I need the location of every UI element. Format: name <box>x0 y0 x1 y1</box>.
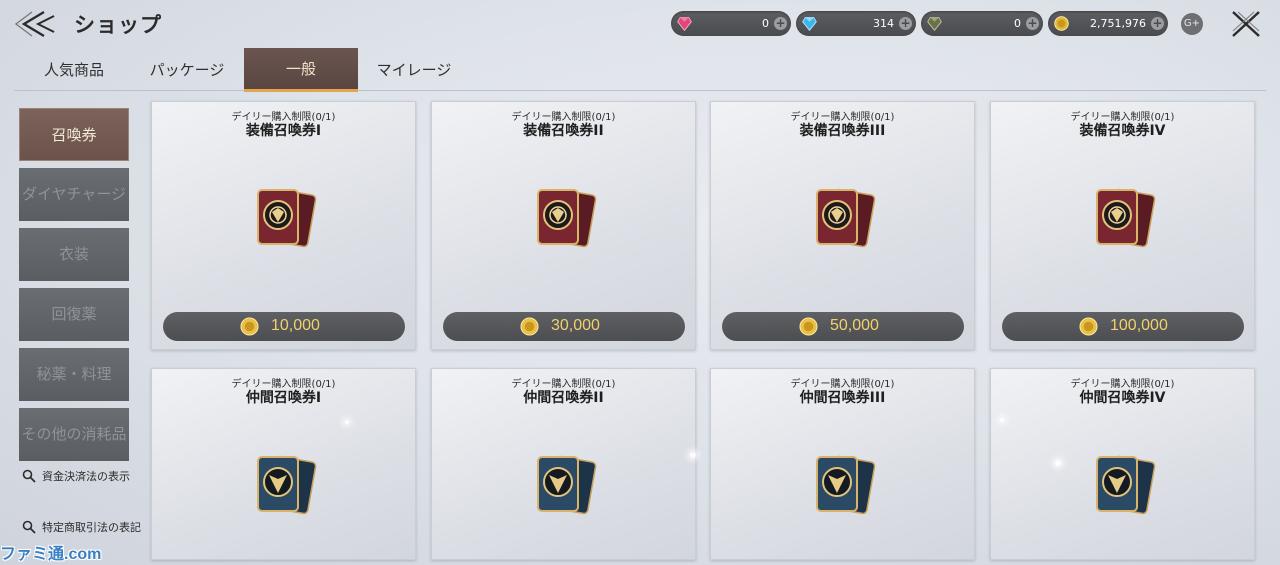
product-card[interactable]: デイリー購入制限(0/1) 仲間召喚券I <box>151 368 416 560</box>
equipment-ticket-icon <box>257 188 317 248</box>
page-title: ショップ <box>74 13 162 37</box>
equipment-ticket-icon <box>1096 188 1156 248</box>
currency-gold-coin: 2,751,976 + <box>1048 11 1168 36</box>
add-red-gem-button[interactable]: + <box>774 17 787 30</box>
product-card[interactable]: デイリー購入制限(0/1) 仲間召喚券IV <box>990 368 1255 560</box>
sparkle-effect <box>690 452 696 458</box>
watermark: ファミ通.com <box>0 546 102 563</box>
add-gold-button[interactable]: + <box>1151 17 1164 30</box>
commercial-transactions-act-label: 特定商取引法の表記 <box>42 521 141 534</box>
price-value: 100,000 <box>1110 317 1168 334</box>
product-card[interactable]: デイリー購入制限(0/1) 装備召喚券I 10,000 <box>151 101 416 350</box>
price-value: 50,000 <box>830 317 879 334</box>
sidebar-item-other-consumables[interactable]: その他の消耗品 <box>19 408 129 461</box>
product-card[interactable]: デイリー購入制限(0/1) 装備召喚券III 50,000 <box>710 101 975 350</box>
equipment-ticket-icon <box>537 188 597 248</box>
companion-ticket-icon <box>257 455 317 515</box>
buy-price-button[interactable]: 100,000 <box>1002 312 1244 341</box>
buy-price-button[interactable]: 50,000 <box>722 312 964 341</box>
product-card[interactable]: デイリー購入制限(0/1) 仲間召喚券II <box>431 368 696 560</box>
red-gem-amount: 0 <box>762 17 769 30</box>
blue-gem-amount: 314 <box>873 17 894 30</box>
product-name: 仲間召喚券III <box>799 390 886 406</box>
search-icon <box>22 520 36 534</box>
product-name: 装備召喚券II <box>523 123 604 139</box>
tab-popular[interactable]: 人気商品 <box>18 48 130 92</box>
search-icon <box>22 469 36 483</box>
gold-coin-icon <box>240 317 259 336</box>
currency-dark-gem: 0 + <box>921 11 1043 36</box>
sidebar-item-potion[interactable]: 回復薬 <box>19 288 129 341</box>
product-name: 装備召喚券I <box>245 123 322 139</box>
red-gem-icon <box>677 17 692 31</box>
price-value: 30,000 <box>551 317 600 334</box>
sidebar-item-costume[interactable]: 衣装 <box>19 228 129 281</box>
companion-ticket-icon <box>1096 455 1156 515</box>
product-name: 装備召喚券IV <box>1079 123 1166 139</box>
sidebar-item-diamond-charge[interactable]: ダイヤチャージ <box>19 168 129 221</box>
product-card[interactable]: デイリー購入制限(0/1) 装備召喚券II 30,000 <box>431 101 696 350</box>
sparkle-effect <box>1000 418 1004 422</box>
category-tabs: 人気商品 パッケージ 一般 マイレージ <box>0 46 1280 92</box>
gplus-button[interactable]: G+ <box>1181 13 1203 35</box>
close-icon[interactable] <box>1230 9 1262 39</box>
sparkle-effect <box>345 420 349 424</box>
commercial-transactions-act-link[interactable]: 特定商取引法の表記 <box>22 519 141 535</box>
tab-general[interactable]: 一般 <box>244 48 358 92</box>
product-name: 装備召喚券III <box>799 123 886 139</box>
product-name: 仲間召喚券IV <box>1079 390 1166 406</box>
gold-coin-icon <box>1079 317 1098 336</box>
currency-red-gem: 0 + <box>671 11 791 36</box>
dark-gem-icon <box>927 17 942 31</box>
buy-price-button[interactable]: 10,000 <box>163 312 405 341</box>
currency-blue-gem: 314 + <box>796 11 916 36</box>
sparkle-effect <box>1055 460 1061 466</box>
tab-package[interactable]: パッケージ <box>130 48 244 92</box>
companion-ticket-icon <box>537 455 597 515</box>
blue-gem-icon <box>802 17 817 31</box>
product-card[interactable]: デイリー購入制限(0/1) 装備召喚券IV 100,000 <box>990 101 1255 350</box>
gold-amount: 2,751,976 <box>1090 17 1146 30</box>
product-card[interactable]: デイリー購入制限(0/1) 仲間召喚券III <box>710 368 975 560</box>
sidebar-item-summon-ticket[interactable]: 召喚券 <box>19 108 129 161</box>
product-name: 仲間召喚券II <box>523 390 604 406</box>
tab-mileage[interactable]: マイレージ <box>358 48 470 92</box>
gold-coin-icon <box>1054 16 1069 31</box>
gold-coin-icon <box>799 317 818 336</box>
companion-ticket-icon <box>816 455 876 515</box>
sidebar-item-elixir-food[interactable]: 秘薬・料理 <box>19 348 129 401</box>
dark-gem-amount: 0 <box>1014 17 1021 30</box>
add-dark-gem-button[interactable]: + <box>1026 17 1039 30</box>
equipment-ticket-icon <box>816 188 876 248</box>
payment-services-act-link[interactable]: 資金決済法の表示 <box>22 468 130 484</box>
gold-coin-icon <box>520 317 539 336</box>
price-value: 10,000 <box>271 317 320 334</box>
back-arrow-icon[interactable] <box>14 8 56 40</box>
payment-services-act-label: 資金決済法の表示 <box>42 470 130 483</box>
buy-price-button[interactable]: 30,000 <box>443 312 685 341</box>
add-blue-gem-button[interactable]: + <box>899 17 912 30</box>
product-name: 仲間召喚券I <box>245 390 322 406</box>
